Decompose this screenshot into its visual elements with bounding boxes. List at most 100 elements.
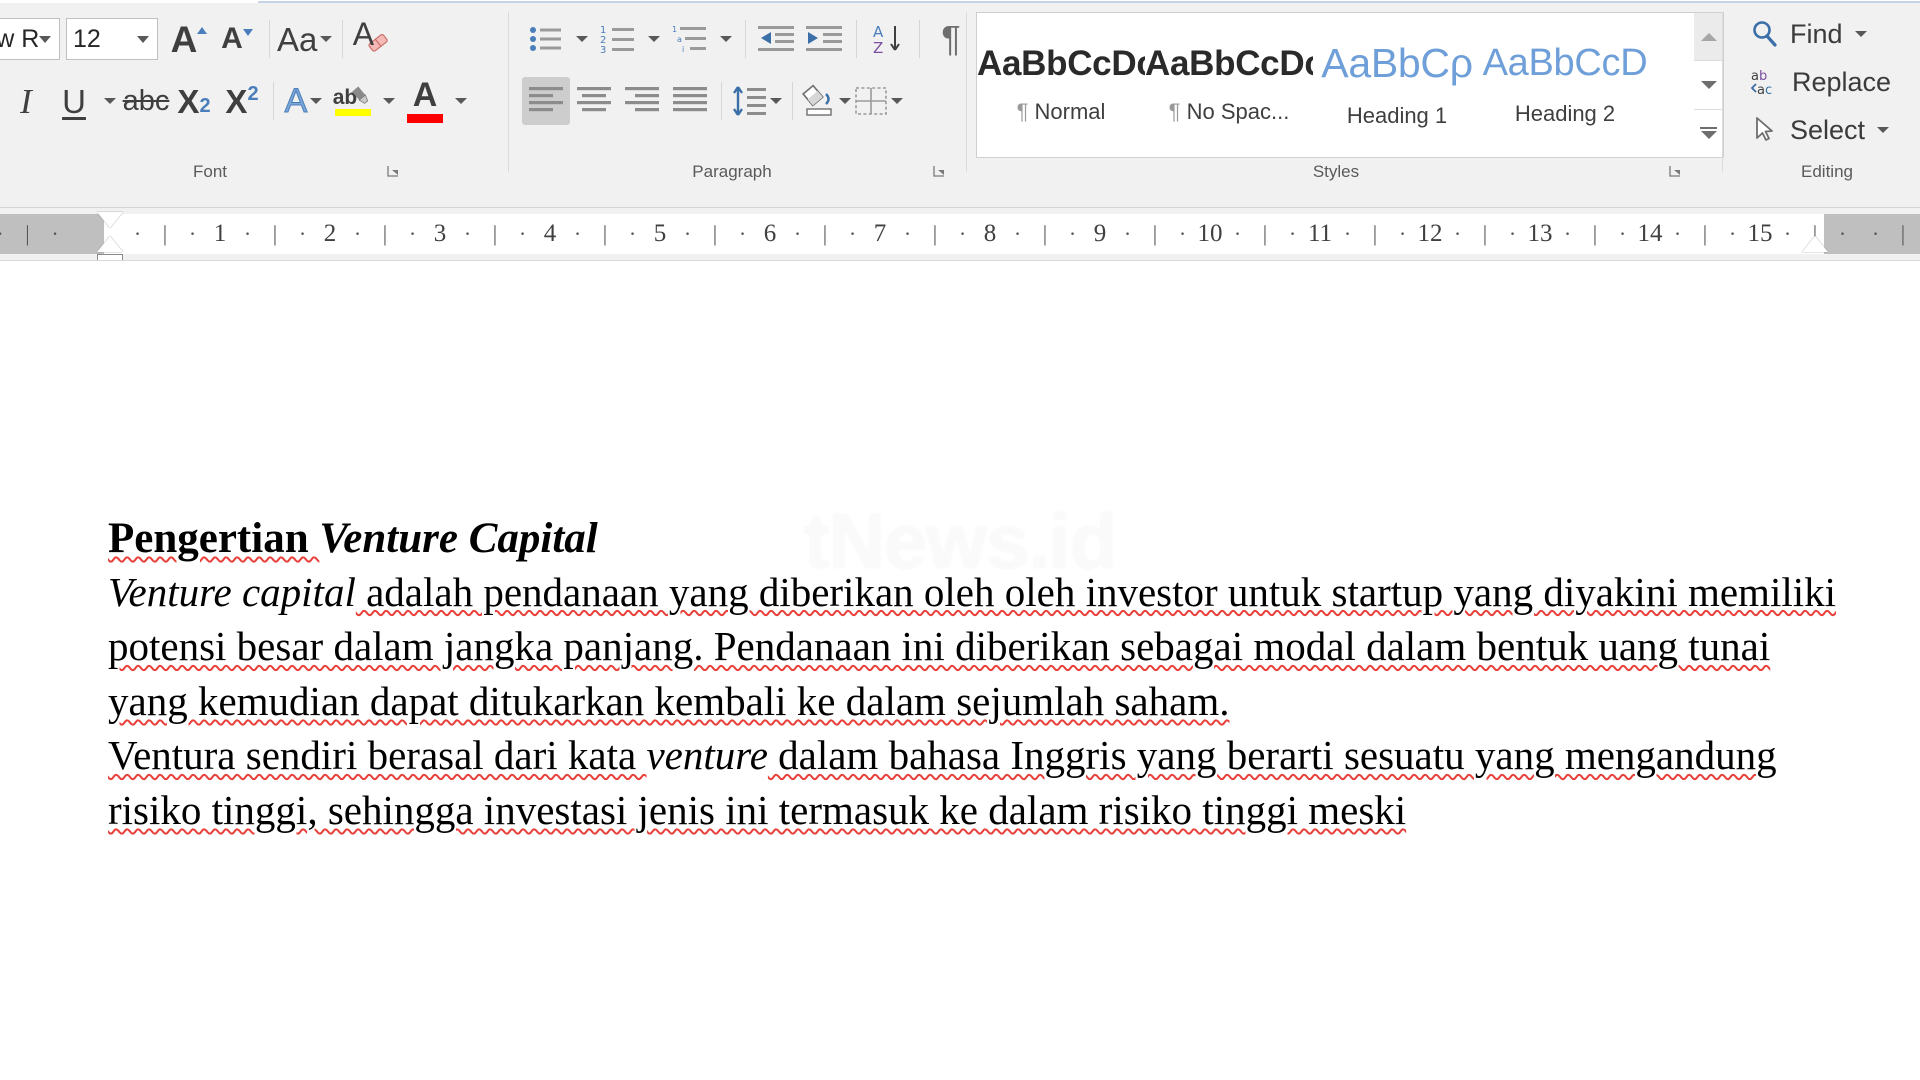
document-canvas[interactable]: tNews.id Pengertian Venture Capital Vent… [0, 318, 1920, 1080]
align-left-button[interactable] [522, 77, 570, 125]
change-case-button[interactable]: Aa [277, 15, 335, 63]
multilevel-list-button[interactable]: 1 a i [666, 15, 714, 63]
styles-scroll-up-button[interactable] [1694, 13, 1723, 62]
highlight-color-swatch [335, 108, 371, 116]
replace-label: Replace [1792, 66, 1892, 97]
subscript-label: X [177, 82, 200, 120]
borders-icon [855, 87, 887, 115]
paragraph-2-before: Ventura sendiri berasal dari kata [108, 732, 647, 779]
multilevel-dropdown[interactable] [714, 15, 738, 63]
multilevel-list-icon: 1 a i [672, 25, 706, 54]
text-highlight-button[interactable]: ab [329, 77, 377, 125]
ribbon-top-divider [0, 0, 1920, 3]
select-label: Select [1790, 114, 1866, 145]
grow-font-button[interactable]: A [166, 15, 214, 63]
styles-scroll-down-button[interactable] [1694, 61, 1723, 110]
svg-text:c: c [1765, 83, 1772, 97]
font-color-swatch [407, 113, 443, 123]
style-item-heading-2[interactable]: AaBbCcD Heading 2 [1481, 13, 1649, 157]
decrease-indent-button[interactable] [753, 15, 801, 63]
style-item-no-spacing[interactable]: AaBbCcDc ¶ No Spac... [1145, 13, 1313, 157]
hanging-indent-marker[interactable] [97, 236, 123, 252]
horizontal-ruler[interactable]: ·|·1·|·2·|·3·|·4·|·5·|·6·|·7·|·8·|·9·|·1… [0, 212, 1920, 266]
subscript-button[interactable]: X 2 [170, 77, 218, 125]
document-body[interactable]: Pengertian Venture Capital Venture capit… [108, 318, 1848, 837]
triangle-up-icon [1700, 32, 1717, 41]
italic-button[interactable]: I [2, 77, 50, 125]
find-label: Find [1790, 18, 1843, 49]
font-size-combo[interactable]: 12 [66, 18, 158, 60]
styles-gallery[interactable]: AaBbCcDc ¶ Normal AaBbCcDc ¶ No Spac... … [976, 12, 1696, 158]
align-right-button[interactable] [618, 77, 666, 125]
chevron-down-icon [576, 36, 588, 42]
clear-formatting-label: A [352, 16, 375, 52]
font-name-combo[interactable]: nes New R [0, 18, 60, 60]
style-name-text: Normal [1034, 99, 1106, 125]
paragraph-dialog-launcher[interactable] [932, 164, 948, 180]
superscript-button[interactable]: X 2 [218, 77, 266, 125]
divider [508, 12, 509, 172]
align-center-button[interactable] [570, 77, 618, 125]
font-color-dropdown[interactable] [449, 77, 473, 125]
shrink-font-button[interactable]: A [214, 15, 262, 63]
shrink-font-label: A [221, 22, 243, 55]
line-spacing-button[interactable] [729, 77, 785, 125]
style-item-normal[interactable]: AaBbCcDc ¶ Normal [977, 13, 1145, 157]
borders-button[interactable] [854, 77, 906, 125]
chevron-down-icon [383, 98, 395, 104]
replace-button[interactable]: a b a c Replace [1744, 58, 1898, 106]
bullets-dropdown[interactable] [570, 15, 594, 63]
divider [856, 20, 857, 58]
divider [966, 12, 967, 172]
underline-dropdown[interactable] [98, 77, 122, 125]
first-line-indent-marker[interactable] [97, 212, 123, 228]
svg-text:3: 3 [600, 45, 606, 54]
divider [919, 20, 920, 58]
svg-text:a: a [1751, 69, 1759, 84]
styles-dialog-launcher[interactable] [1668, 164, 1684, 180]
divider [342, 20, 344, 58]
font-color-button[interactable]: A [401, 77, 449, 125]
chevron-down-icon [1854, 31, 1867, 37]
svg-text:i: i [682, 45, 684, 54]
sort-button[interactable]: A Z [864, 15, 912, 63]
clear-formatting-button[interactable]: A [350, 15, 398, 63]
styles-strip: AaBbCcDc ¶ Normal AaBbCcDc ¶ No Spac... … [977, 13, 1695, 157]
line-spacing-icon [733, 86, 766, 116]
svg-text:a: a [1757, 83, 1765, 97]
grow-font-label: A [170, 18, 198, 60]
select-button[interactable]: Select [1744, 106, 1898, 154]
group-label-font: Font [192, 162, 228, 181]
styles-more-button[interactable] [1694, 110, 1723, 157]
increase-indent-button[interactable] [801, 15, 849, 63]
style-item-heading-1[interactable]: AaBbCρ Heading 1 [1313, 13, 1481, 157]
justify-button[interactable] [666, 77, 714, 125]
group-label-styles: Styles [1312, 162, 1360, 181]
decrease-indent-icon [758, 26, 794, 51]
strikethrough-button[interactable]: abc [122, 77, 170, 125]
cursor-arrow-icon [1756, 117, 1773, 141]
styles-scroll-buttons [1694, 12, 1724, 158]
paragraph-2: Ventura sendiri berasal dari kata ventur… [108, 728, 1848, 837]
style-preview: AaBbCcDc [977, 44, 1145, 83]
show-formatting-marks-button[interactable]: ¶ [927, 15, 975, 63]
shading-button[interactable] [800, 77, 854, 125]
bullets-icon [530, 27, 561, 51]
underline-button[interactable]: U [50, 77, 98, 125]
text-effects-button[interactable]: A [281, 77, 329, 125]
chevron-down-icon [839, 98, 851, 104]
align-center-icon [577, 87, 611, 112]
style-name: Heading 1 [1347, 103, 1447, 129]
highlight-dropdown[interactable] [377, 77, 401, 125]
right-indent-marker[interactable] [1802, 236, 1828, 252]
font-dialog-launcher[interactable] [386, 164, 402, 180]
numbering-button[interactable]: 1 2 3 [594, 15, 642, 63]
align-right-icon [625, 87, 659, 112]
numbering-dropdown[interactable] [642, 15, 666, 63]
chevron-down-icon [310, 98, 323, 104]
find-button[interactable]: Find [1744, 10, 1898, 58]
bullets-button[interactable] [522, 15, 570, 63]
style-name: ¶ No Spac... [1169, 99, 1290, 125]
divider [792, 82, 793, 120]
subscript-sub: 2 [199, 95, 211, 117]
